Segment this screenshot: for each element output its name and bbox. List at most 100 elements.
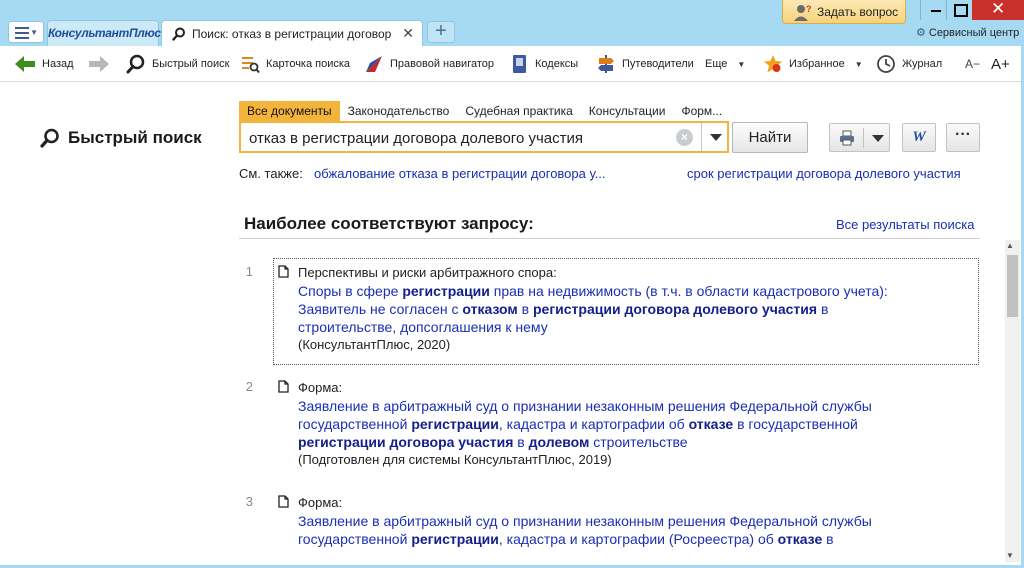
search-icon xyxy=(126,54,145,74)
search-card-button[interactable]: Карточка поиска xyxy=(240,46,350,82)
star-icon xyxy=(764,55,782,73)
guides-button[interactable]: Путеводители xyxy=(596,46,694,82)
matched-term: отказе xyxy=(777,531,823,547)
more-menu[interactable]: Еще ▼ xyxy=(705,46,745,82)
close-icon[interactable]: ✕ xyxy=(402,25,414,42)
service-center-link[interactable]: ⚙ Сервисный центр xyxy=(916,26,1019,39)
results-header: Наиболее соответствуют запросу: xyxy=(244,214,534,233)
more-actions-button[interactable]: ··· xyxy=(946,123,980,152)
search-input[interactable]: отказ в регистрации договора долевого уч… xyxy=(239,121,729,153)
service-center-label: Сервисный центр xyxy=(928,27,1020,39)
tab-court-practice[interactable]: Судебная практика xyxy=(457,101,580,121)
favorites-menu[interactable]: Избранное ▼ xyxy=(763,46,863,82)
result-title-line: Споры в сфере регистрации прав на недвиж… xyxy=(298,282,956,300)
result-title[interactable]: Заявление в арбитражный суд о признании … xyxy=(298,512,956,548)
see-also-text: См. также: xyxy=(239,166,303,181)
result-title-line: строительстве, допсоглашения к нему xyxy=(298,318,956,336)
result-card[interactable]: Перспективы и риски арбитражного спора: … xyxy=(273,258,979,365)
title-text: государственной xyxy=(298,416,412,432)
search-history-dropdown[interactable] xyxy=(701,123,729,151)
svg-text:?: ? xyxy=(806,4,812,14)
font-larger-button[interactable]: A+ xyxy=(991,46,1010,82)
see-also-link-2[interactable]: срок регистрации договора долевого участ… xyxy=(687,166,961,181)
tab-forms[interactable]: Форм... xyxy=(673,101,730,121)
result-card[interactable]: Форма: Заявление в арбитражный суд о при… xyxy=(273,373,979,480)
chevron-down-icon: ▼ xyxy=(30,28,38,37)
toolbar: Назад Быстрый поиск Карточка поиска Прав… xyxy=(0,46,1024,82)
add-tab-button[interactable]: + xyxy=(427,21,455,43)
search-icon xyxy=(40,128,59,148)
legal-navigator-button[interactable]: Правовой навигатор xyxy=(364,46,494,82)
codes-button[interactable]: Кодексы xyxy=(511,46,578,82)
result-number: 3 xyxy=(245,494,253,509)
title-text: в xyxy=(517,301,533,317)
result-title-line: Заявитель не согласен с отказом в регист… xyxy=(298,300,956,318)
search-card-icon xyxy=(242,57,260,74)
export-word-button[interactable]: W xyxy=(902,123,936,152)
title-text: , кадастра и картографии (Росреестра) об xyxy=(498,531,778,547)
title-text: государственной xyxy=(298,531,412,547)
close-window-button[interactable]: ✕ xyxy=(972,0,1024,20)
matched-term: регистрации xyxy=(402,283,490,299)
result-number: 1 xyxy=(245,264,253,279)
result-title[interactable]: Споры в сфере регистрации прав на недвиж… xyxy=(298,282,956,336)
back-button[interactable]: Назад xyxy=(14,46,74,82)
scrollbar-thumb[interactable] xyxy=(1007,255,1018,317)
close-icon: ✕ xyxy=(991,0,1006,18)
find-button[interactable]: Найти xyxy=(732,122,808,153)
quick-search-label: Быстрый поиск xyxy=(152,58,230,70)
title-text: в xyxy=(822,531,834,547)
title-text: в государственной xyxy=(733,416,858,432)
tab-title: Поиск: отказ в регистрации договора доле… xyxy=(192,27,392,41)
guides-label: Путеводители xyxy=(622,58,694,70)
search-tabs: Все документы Законодательство Судебная … xyxy=(239,101,730,121)
journal-button[interactable]: Журнал xyxy=(876,46,942,82)
title-text: , кадастра и картографии об xyxy=(498,416,689,432)
result-category: Форма: xyxy=(298,380,343,395)
result-title-line: Заявление в арбитражный суд о признании … xyxy=(298,397,956,415)
book-icon xyxy=(513,55,526,73)
chevron-down-icon[interactable] xyxy=(872,135,884,142)
ask-question-label: Задать вопрос xyxy=(817,5,899,19)
printer-icon xyxy=(840,130,854,146)
chevron-down-icon: ▼ xyxy=(737,59,746,69)
see-also-link-1[interactable]: обжалование отказа в регистрации договор… xyxy=(314,166,606,181)
title-text: в xyxy=(513,434,529,450)
ask-question-button[interactable]: ? Задать вопрос xyxy=(782,0,906,24)
title-text: Заявление в арбитражный суд о признании … xyxy=(298,398,872,414)
print-button[interactable] xyxy=(829,123,890,152)
title-text: строительстве, допсоглашения к нему xyxy=(298,319,548,335)
result-source: (Подготовлен для системы КонсультантПлюс… xyxy=(298,452,612,467)
quick-search-button[interactable]: Быстрый поиск xyxy=(126,46,229,82)
favorites-label: Избранное xyxy=(789,58,845,70)
result-title-line: государственной регистрации, кадастра и … xyxy=(298,415,956,433)
matched-term: долевом xyxy=(528,434,590,450)
page-title: Быстрый поиск xyxy=(40,128,202,148)
matched-term: регистрации xyxy=(411,416,499,432)
result-card[interactable]: Форма: Заявление в арбитражный суд о при… xyxy=(273,488,979,559)
title-text: Заявитель не согласен с xyxy=(298,301,463,317)
main-menu-button[interactable]: ▼ xyxy=(8,21,44,43)
font-smaller-button[interactable]: A− xyxy=(965,46,980,82)
forward-button[interactable] xyxy=(88,46,110,82)
codes-label: Кодексы xyxy=(535,58,579,70)
gear-icon: ⚙ xyxy=(916,27,926,39)
search-card-label: Карточка поиска xyxy=(266,58,351,70)
all-results-link[interactable]: Все результаты поиска xyxy=(836,217,974,232)
tab-legislation[interactable]: Законодательство xyxy=(340,101,458,121)
clear-icon[interactable]: × xyxy=(676,129,693,146)
document-icon xyxy=(278,265,289,278)
scroll-down-icon[interactable]: ▼ xyxy=(1006,551,1014,560)
chevron-down-icon: ▼ xyxy=(854,59,863,69)
scroll-up-icon[interactable]: ▲ xyxy=(1006,241,1014,250)
journal-label: Журнал xyxy=(902,58,943,70)
divider xyxy=(239,238,980,239)
result-title-line: Заявление в арбитражный суд о признании … xyxy=(298,512,956,530)
tab-consultations[interactable]: Консультации xyxy=(581,101,674,121)
tab-all-documents[interactable]: Все документы xyxy=(239,101,340,121)
tab-search[interactable]: Поиск: отказ в регистрации договора доле… xyxy=(161,20,423,47)
result-title[interactable]: Заявление в арбитражный суд о признании … xyxy=(298,397,956,451)
brand-tab[interactable]: КонсультантПлюс xyxy=(47,20,161,46)
arrow-left-icon xyxy=(15,56,35,72)
search-query-value: отказ в регистрации договора долевого уч… xyxy=(249,130,583,147)
